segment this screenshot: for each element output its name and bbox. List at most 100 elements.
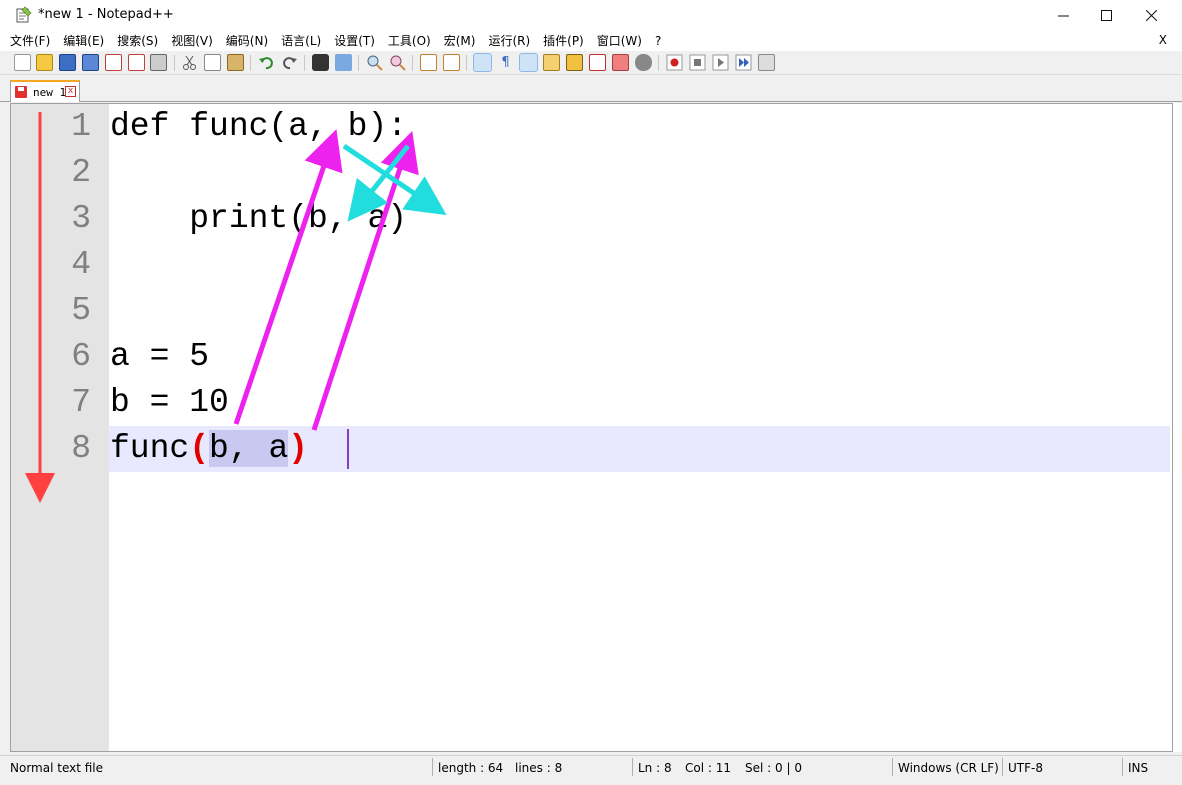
indent-guide-icon[interactable] [519, 53, 538, 72]
code-line: a = 5 [110, 338, 210, 375]
print-icon[interactable] [150, 54, 167, 71]
menu-view[interactable]: 视图(V) [171, 32, 213, 49]
close-button[interactable] [1128, 0, 1174, 30]
new-file-icon[interactable] [14, 54, 31, 71]
brace-match-close: ) [288, 430, 309, 467]
toolbar-separator [466, 55, 467, 71]
cut-icon[interactable] [181, 54, 198, 71]
toolbar-separator [412, 55, 413, 71]
line-number: 2 [71, 154, 91, 191]
sync-horizontal-icon[interactable] [443, 54, 460, 71]
menu-run[interactable]: 运行(R) [488, 32, 530, 49]
zoom-out-icon[interactable] [389, 54, 406, 71]
notepad-app-icon [16, 6, 32, 23]
line-number-gutter: 1 2 3 4 5 6 7 8 [11, 104, 109, 751]
text-caret [347, 429, 349, 469]
code-area[interactable]: def func(a, b): print(b, a) a = 5 b = 10… [109, 104, 1172, 751]
status-separator [1002, 758, 1003, 776]
status-file-type: Normal text file [10, 761, 104, 775]
word-wrap-icon[interactable] [473, 53, 492, 72]
maximize-icon [1100, 9, 1112, 21]
close-all-icon[interactable] [128, 54, 145, 71]
save-icon[interactable] [59, 54, 76, 71]
status-insert-mode[interactable]: INS [1128, 760, 1148, 780]
status-separator [892, 758, 893, 776]
menu-window[interactable]: 窗口(W) [597, 32, 642, 49]
redo-icon[interactable] [281, 54, 298, 71]
toolbar-separator [174, 55, 175, 71]
call-args: b, a [209, 430, 289, 467]
maximize-button[interactable] [1083, 0, 1129, 30]
save-macro-icon[interactable] [758, 54, 775, 71]
minimize-icon [1057, 15, 1069, 16]
record-macro-icon[interactable] [666, 54, 683, 71]
menu-file[interactable]: 文件(F) [10, 32, 50, 49]
status-line-number: Ln : 8 [638, 761, 672, 775]
undo-icon[interactable] [258, 54, 275, 71]
find-icon[interactable] [312, 54, 329, 71]
line-number: 4 [71, 246, 91, 283]
status-bar: Normal text file length : 64 lines : 8 L… [0, 755, 1182, 785]
status-encoding[interactable]: UTF-8 [1008, 760, 1043, 780]
code-line: def func(a, b): [110, 108, 408, 145]
status-separator [1122, 758, 1123, 776]
stop-macro-icon[interactable] [689, 54, 706, 71]
close-document-button[interactable]: X [1159, 33, 1167, 47]
toolbar-separator [304, 55, 305, 71]
doc-map-icon[interactable] [566, 54, 583, 71]
status-column: Col : 11 [685, 761, 731, 775]
paste-icon[interactable] [227, 54, 244, 71]
line-number: 3 [71, 200, 91, 237]
status-selection: Sel : 0 | 0 [745, 761, 802, 775]
menu-settings[interactable]: 设置(T) [334, 32, 375, 49]
toolbar: ¶ [0, 51, 1182, 75]
tab-close-icon[interactable]: x [65, 86, 76, 97]
code-line: print(b, a) [110, 200, 408, 237]
code-line-current: func(b, a) [110, 426, 308, 472]
tab-label: new 1 [33, 86, 67, 99]
menu-search[interactable]: 搜索(S) [117, 32, 158, 49]
menu-edit[interactable]: 编辑(E) [63, 32, 104, 49]
line-number: 6 [71, 338, 91, 375]
tab-bar: new 1 x [0, 76, 1182, 102]
minimize-button[interactable] [1040, 0, 1086, 30]
show-all-chars-icon[interactable]: ¶ [497, 54, 514, 71]
editor-pane[interactable]: 1 2 3 4 5 6 7 8 def func(a, b): print(b,… [10, 103, 1173, 752]
status-separator [432, 758, 433, 776]
run-macro-multiple-icon[interactable] [735, 54, 752, 71]
toolbar-separator [658, 55, 659, 71]
monitoring-icon[interactable] [635, 54, 652, 71]
title-bar: *new 1 - Notepad++ [0, 0, 1182, 30]
menu-encoding[interactable]: 编码(N) [226, 32, 268, 49]
status-separator [632, 758, 633, 776]
menu-plugins[interactable]: 插件(P) [543, 32, 584, 49]
sync-vertical-icon[interactable] [420, 54, 437, 71]
unsaved-file-icon [15, 86, 27, 98]
save-all-icon[interactable] [82, 54, 99, 71]
func-call-name: func [110, 430, 190, 467]
play-macro-icon[interactable] [712, 54, 729, 71]
udl-icon[interactable] [543, 54, 560, 71]
menu-tools[interactable]: 工具(O) [388, 32, 431, 49]
background-window-edge [1173, 103, 1182, 752]
window-title: *new 1 - Notepad++ [38, 7, 174, 22]
function-list-icon[interactable] [589, 54, 606, 71]
status-length: length : 64 [438, 761, 504, 775]
status-eol[interactable]: Windows (CR LF) [898, 760, 999, 780]
status-lines: lines : 8 [515, 761, 563, 775]
menu-help[interactable]: ? [655, 34, 661, 48]
folder-workspace-icon[interactable] [612, 54, 629, 71]
menu-language[interactable]: 语言(L) [281, 32, 321, 49]
tab-new-1[interactable]: new 1 x [10, 80, 80, 102]
menu-macro[interactable]: 宏(M) [444, 32, 476, 49]
line-number: 5 [71, 292, 91, 329]
code-line: b = 10 [110, 384, 229, 421]
close-file-icon[interactable] [105, 54, 122, 71]
replace-icon[interactable] [335, 54, 352, 71]
menu-bar: 文件(F) 编辑(E) 搜索(S) 视图(V) 编码(N) 语言(L) 设置(T… [0, 30, 1182, 51]
brace-match-open: ( [189, 430, 210, 467]
zoom-in-icon[interactable] [366, 54, 383, 71]
open-file-icon[interactable] [36, 54, 53, 71]
toolbar-separator [358, 55, 359, 71]
copy-icon[interactable] [204, 54, 221, 71]
